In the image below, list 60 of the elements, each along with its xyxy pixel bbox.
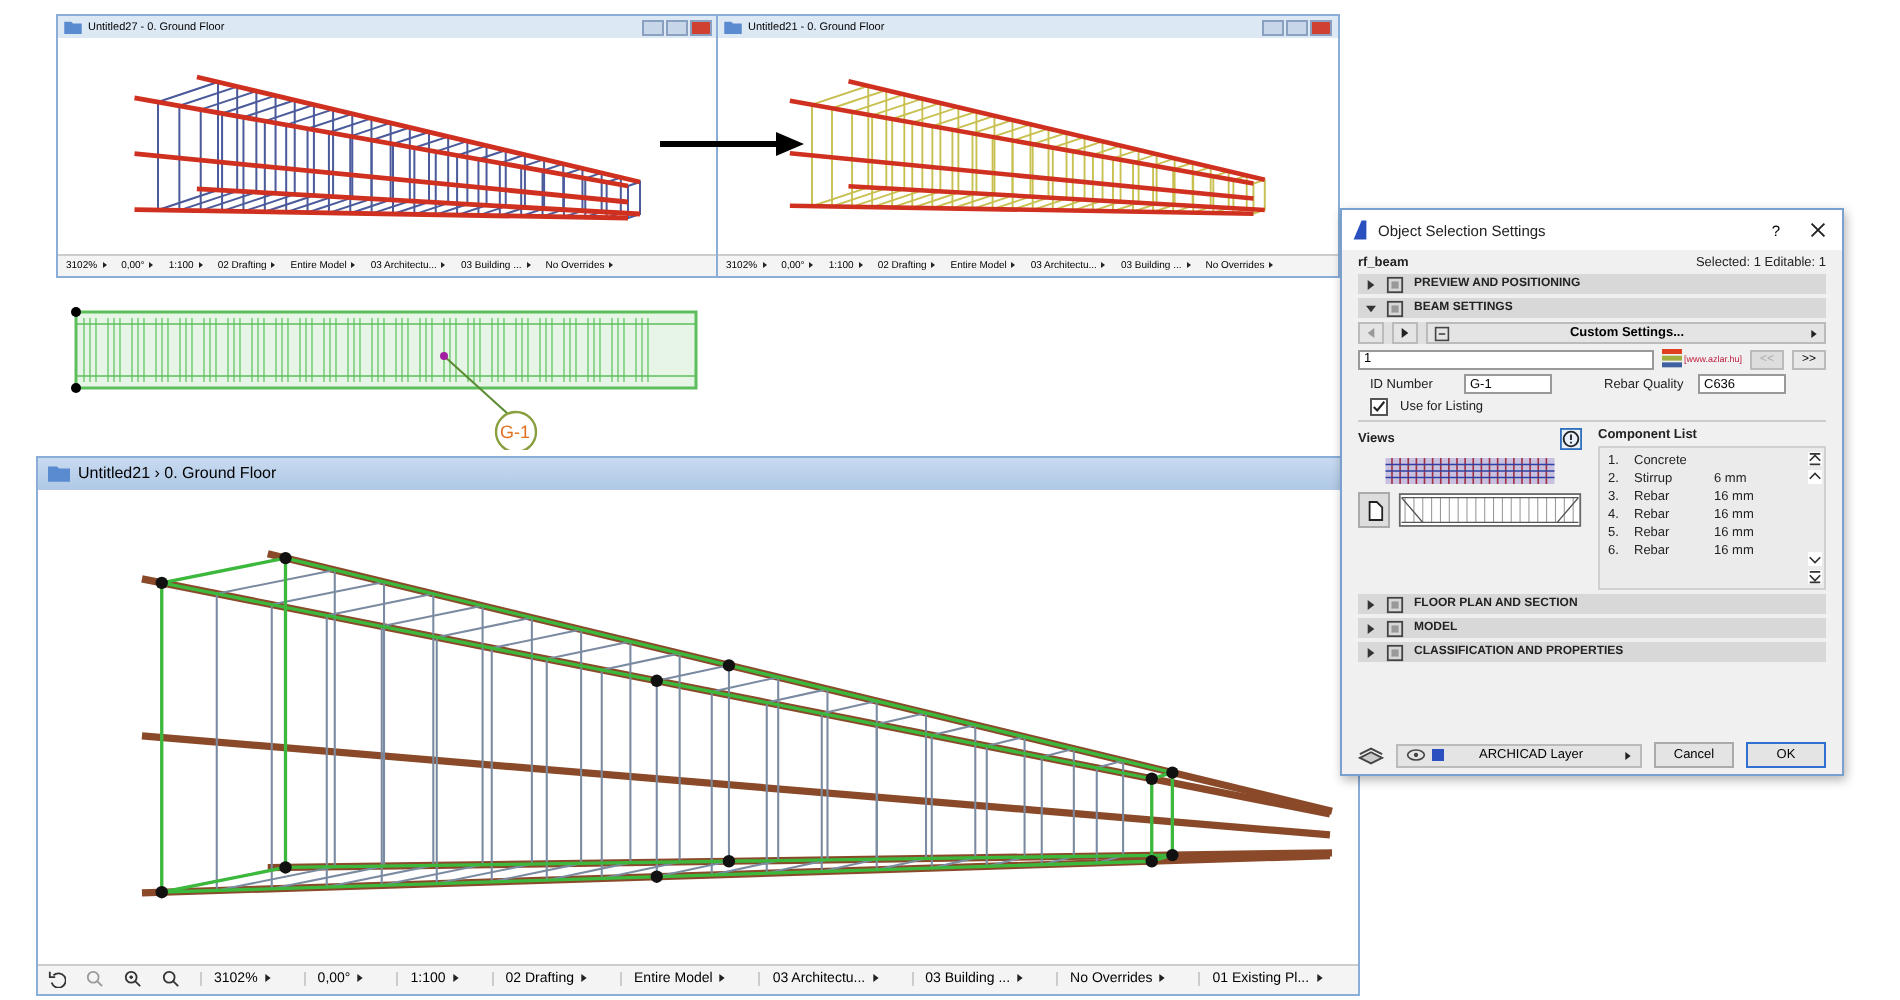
caret-icon xyxy=(197,262,204,268)
caret-icon xyxy=(1315,974,1324,983)
caret-icon xyxy=(1810,329,1818,337)
caret-icon xyxy=(608,262,615,268)
caret-icon xyxy=(270,262,277,268)
beam-tag: G-1 xyxy=(500,422,531,442)
left-triangle-icon xyxy=(1366,328,1376,338)
caret-icon xyxy=(580,974,589,983)
listing-checkbox[interactable] xyxy=(1370,398,1388,416)
caret-icon xyxy=(857,262,864,268)
caret-icon xyxy=(808,262,815,268)
folder-icon xyxy=(64,20,82,34)
caret-icon xyxy=(1100,262,1107,268)
arrow-icon xyxy=(660,130,804,158)
caret-icon xyxy=(930,262,937,268)
document-icon xyxy=(1365,499,1383,521)
caret-icon xyxy=(761,262,768,268)
caret-icon xyxy=(871,974,880,983)
app-logo-icon xyxy=(1352,220,1368,240)
caret-icon xyxy=(1185,262,1192,268)
caret-icon xyxy=(148,262,155,268)
caret-icon xyxy=(718,974,727,983)
leader-line xyxy=(443,355,509,415)
right-triangle-icon xyxy=(1400,328,1410,338)
next-button[interactable] xyxy=(1392,322,1418,344)
caret-icon xyxy=(1158,974,1167,983)
folder-icon xyxy=(48,464,70,483)
hotspot-icon[interactable] xyxy=(440,352,448,360)
caret-icon xyxy=(350,262,357,268)
view-toggle-button[interactable] xyxy=(1358,492,1390,528)
close-button[interactable] xyxy=(690,19,712,35)
layer-icon xyxy=(1432,748,1444,762)
preset-icon xyxy=(1434,325,1450,341)
caret-icon xyxy=(263,974,272,983)
caret-icon xyxy=(101,262,108,268)
move-bottom-icon[interactable] xyxy=(1807,570,1821,584)
caret-icon xyxy=(356,974,365,983)
caret-icon xyxy=(1624,751,1632,759)
close-button[interactable] xyxy=(1310,19,1332,35)
caret-icon xyxy=(1010,262,1017,268)
move-top-icon[interactable] xyxy=(1807,452,1821,466)
layers-icon xyxy=(1358,745,1384,765)
stripes-icon xyxy=(1661,348,1682,370)
close-icon[interactable] xyxy=(1810,222,1826,238)
undo-icon[interactable] xyxy=(48,970,66,989)
caret-icon xyxy=(1016,974,1025,983)
caret-icon xyxy=(1268,262,1275,268)
folder-icon xyxy=(724,20,742,34)
info-icon[interactable] xyxy=(1560,428,1582,450)
caret-icon xyxy=(451,974,460,983)
move-down-icon[interactable] xyxy=(1807,552,1821,566)
zoom-in-icon[interactable] xyxy=(124,970,142,989)
check-icon xyxy=(1372,400,1386,414)
window-title: Untitled21 › 0. Ground Floor xyxy=(78,464,277,483)
caret-icon xyxy=(525,262,532,268)
zoom-out-icon[interactable] xyxy=(86,970,104,989)
caret-icon xyxy=(440,262,447,268)
zoom-fit-icon[interactable] xyxy=(162,970,180,989)
move-up-icon[interactable] xyxy=(1807,470,1821,484)
eye-icon xyxy=(1406,748,1426,762)
